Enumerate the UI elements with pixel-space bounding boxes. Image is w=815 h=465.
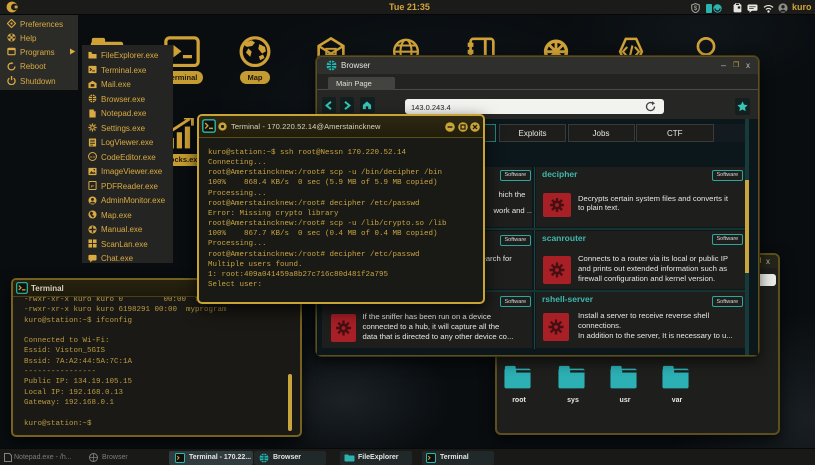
svg-text:$: $: [694, 6, 698, 12]
svg-text:<>: <>: [90, 154, 96, 160]
svg-text:P: P: [91, 183, 94, 188]
